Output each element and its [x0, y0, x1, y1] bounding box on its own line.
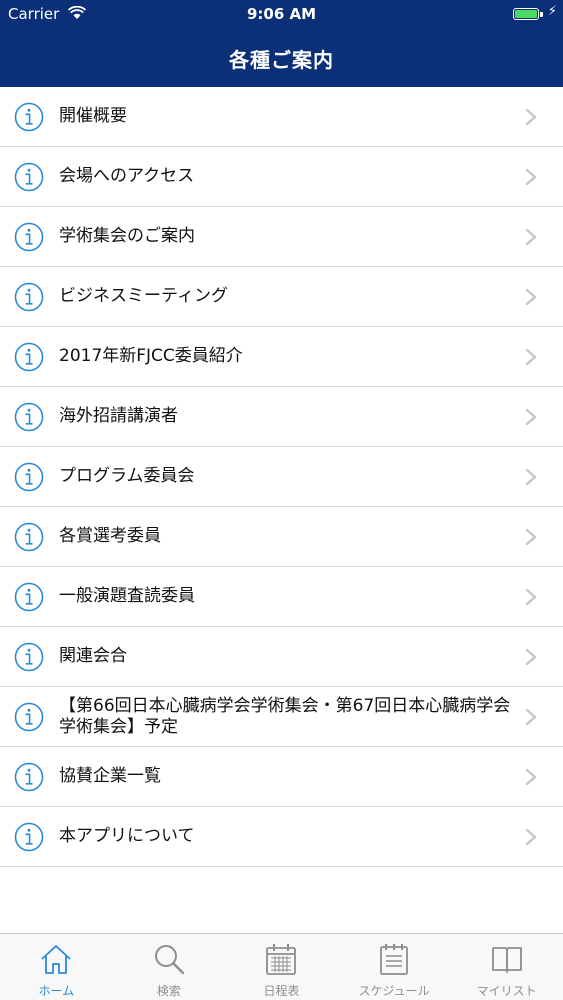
list-item-label: プログラム委員会	[59, 466, 195, 486]
battery-icon	[513, 8, 539, 20]
page-title: 各種ご案内	[229, 48, 334, 72]
search-icon	[154, 945, 185, 975]
tab-book[interactable]: マイリスト	[450, 934, 563, 1000]
list-item-label: 各賞選考委員	[59, 526, 161, 546]
list-item[interactable]: 開催概要	[0, 87, 563, 147]
list-item[interactable]: 2017年新FJCC委員紹介	[0, 327, 563, 387]
info-icon	[14, 582, 44, 612]
list-item[interactable]: 一般演題査読委員	[0, 567, 563, 627]
list-item-label: 2017年新FJCC委員紹介	[59, 346, 243, 366]
list-item[interactable]: 各賞選考委員	[0, 507, 563, 567]
list-item-label: 本アプリについて	[59, 826, 195, 846]
chevron-right-icon	[525, 168, 537, 186]
list-item-label: 開催概要	[59, 106, 127, 126]
info-icon	[14, 822, 44, 852]
tab-label: 日程表	[263, 984, 300, 998]
chevron-right-icon	[525, 828, 537, 846]
info-icon	[14, 162, 44, 192]
chevron-right-icon	[525, 408, 537, 426]
tab-label: マイリスト	[476, 984, 537, 998]
clipboard-icon	[380, 944, 408, 975]
list-item[interactable]: 学術集会のご案内	[0, 207, 563, 267]
book-icon	[491, 947, 522, 973]
clock: 9:06 AM	[246, 5, 317, 23]
list-item-label: ビジネスミーティング	[59, 286, 228, 306]
info-icon	[14, 402, 44, 432]
tab-bar: ホーム 検索 日程表 スケジュール マイリスト	[0, 933, 563, 1000]
chevron-right-icon	[525, 648, 537, 666]
charging-icon: ⚡	[547, 4, 557, 19]
chevron-right-icon	[525, 228, 537, 246]
calendar-icon	[266, 944, 297, 975]
info-icon	[14, 762, 44, 792]
home-icon	[41, 945, 71, 974]
list-item-label: 関連会合	[59, 646, 127, 666]
info-icon	[14, 642, 44, 672]
list-item[interactable]: 海外招請講演者	[0, 387, 563, 447]
chevron-right-icon	[525, 468, 537, 486]
chevron-right-icon	[525, 528, 537, 546]
tab-search[interactable]: 検索	[113, 934, 226, 1000]
info-icon	[14, 282, 44, 312]
list-item-label: 一般演題査読委員	[59, 586, 195, 606]
tab-clipboard[interactable]: スケジュール	[338, 934, 451, 1000]
list-item[interactable]: 協賛企業一覧	[0, 747, 563, 807]
chevron-right-icon	[525, 348, 537, 366]
list-item-label: 【第66回日本心臓病学会学術集会・第67回日本心臓病学会学術集会】予定	[59, 695, 511, 737]
list-item-label: 協賛企業一覧	[59, 766, 161, 786]
info-list: 開催概要会場へのアクセス 学術集会のご案内ビジネスミーティング 2017年新FJCC…	[0, 87, 563, 867]
chevron-right-icon	[525, 588, 537, 606]
info-icon	[14, 222, 44, 252]
info-icon	[14, 342, 44, 372]
tab-label: スケジュール	[358, 984, 430, 998]
info-icon	[14, 522, 44, 552]
list-item-label: 学術集会のご案内	[59, 226, 195, 246]
list-item[interactable]: 会場へのアクセス	[0, 147, 563, 207]
tab-label: 検索	[156, 984, 181, 998]
list-item[interactable]: 関連会合	[0, 627, 563, 687]
status-bar: Carrier 9:06 AM ⚡	[0, 0, 563, 30]
list-item[interactable]: 【第66回日本心臓病学会学術集会・第67回日本心臓病学会学術集会】予定	[0, 687, 563, 747]
info-icon	[14, 702, 44, 732]
list-item[interactable]: 本アプリについて	[0, 807, 563, 867]
chevron-right-icon	[525, 708, 537, 726]
chevron-right-icon	[525, 288, 537, 306]
battery-tip	[540, 12, 543, 17]
info-icon	[14, 102, 44, 132]
tab-label: ホーム	[38, 984, 75, 998]
navigation-header: Carrier 9:06 AM ⚡ 各種ご案内	[0, 0, 563, 87]
list-item[interactable]: プログラム委員会	[0, 447, 563, 507]
list-item-label: 会場へのアクセス	[59, 166, 195, 186]
list-item-label: 海外招請講演者	[59, 406, 178, 426]
tab-home[interactable]: ホーム	[0, 934, 113, 1000]
chevron-right-icon	[525, 108, 537, 126]
chevron-right-icon	[525, 768, 537, 786]
list-item[interactable]: ビジネスミーティング	[0, 267, 563, 327]
info-icon	[14, 462, 44, 492]
tab-calendar[interactable]: 日程表	[225, 934, 338, 1000]
